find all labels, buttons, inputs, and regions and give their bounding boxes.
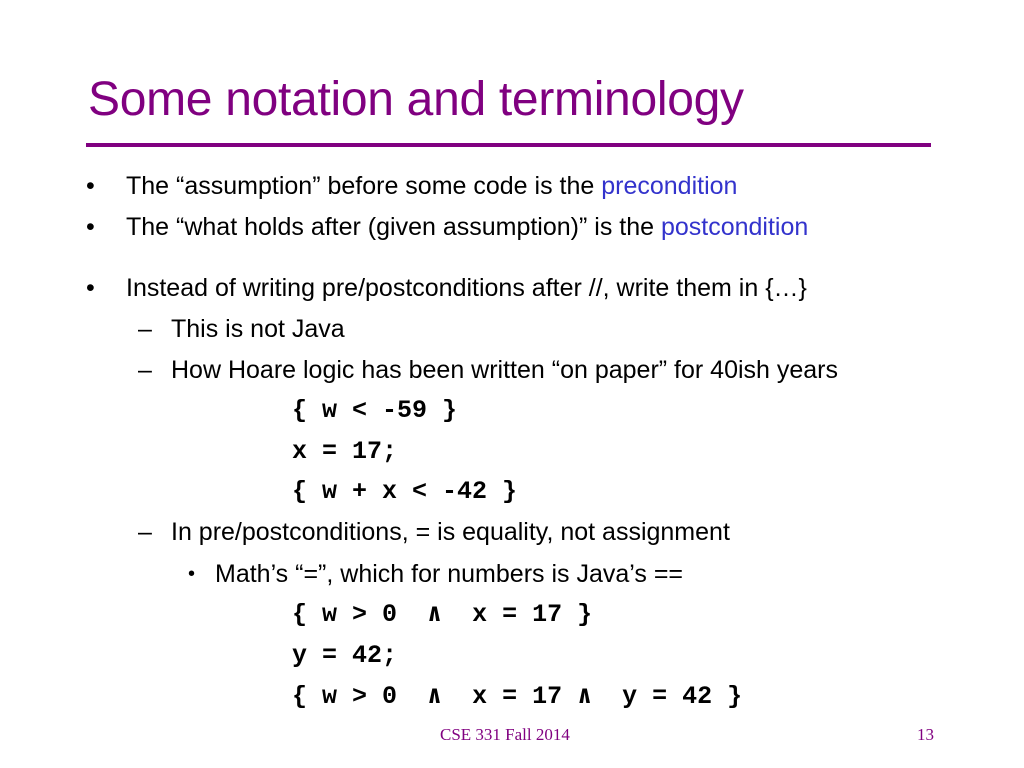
bullet-marker: • <box>86 213 95 241</box>
slide-title: Some notation and terminology <box>88 73 744 126</box>
dash-marker: – <box>138 518 152 546</box>
code-line: { w + x < -42 } <box>292 477 518 506</box>
bullet-precondition: The “assumption” before some code is the… <box>126 171 737 201</box>
code-line: { w > 0 ∧ x = 17 } <box>292 600 593 629</box>
sub-sub-item-math-equals: Math’s “=”, which for numbers is Java’s … <box>215 560 684 588</box>
bullet-postcondition: The “what holds after (given assumption)… <box>126 212 808 242</box>
bullet-braces: Instead of writing pre/postconditions af… <box>126 274 807 302</box>
bullet-text: The “assumption” before some code is the <box>126 172 602 200</box>
dash-marker: – <box>138 356 152 384</box>
code-line: { w > 0 ∧ x = 17 ∧ y = 42 } <box>292 682 743 711</box>
title-divider <box>86 143 931 147</box>
code-line: { w < -59 } <box>292 396 458 425</box>
code-line: x = 17; <box>292 437 398 466</box>
dash-marker: – <box>138 315 152 343</box>
term-postcondition: postcondition <box>660 213 809 241</box>
bullet-text: The “what holds after (given assumption)… <box>126 213 661 241</box>
bullet-marker: • <box>86 274 95 302</box>
footer-page-number: 13 <box>917 725 934 744</box>
bullet-marker: • <box>86 172 95 200</box>
sub-bullet-marker: • <box>188 563 196 585</box>
sub-item-not-java: This is not Java <box>171 315 345 343</box>
term-precondition: precondition <box>601 172 738 200</box>
sub-item-hoare-logic: How Hoare logic has been written “on pap… <box>171 356 839 384</box>
sub-item-equality: In pre/postconditions, = is equality, no… <box>171 518 730 546</box>
footer-course: CSE 331 Fall 2014 <box>440 725 570 744</box>
code-line: y = 42; <box>292 641 398 670</box>
